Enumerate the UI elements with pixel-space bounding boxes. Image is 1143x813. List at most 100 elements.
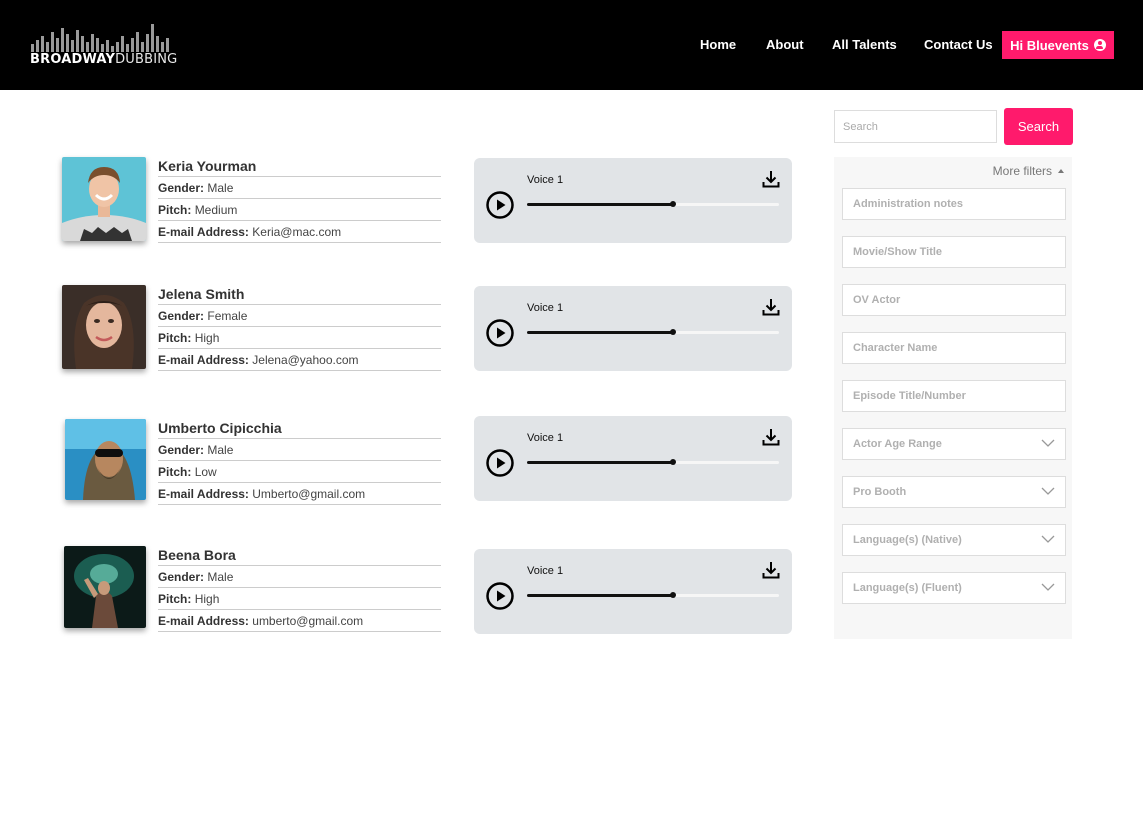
audio-progress-fill (527, 594, 674, 597)
talent-email: E-mail Address: Umberto@gmail.com (158, 483, 441, 505)
user-greeting: Hi Bluevents (1010, 37, 1089, 53)
actor-age-range-select[interactable]: Actor Age Range (842, 428, 1066, 460)
voice-player: Voice 1 (474, 158, 792, 243)
audio-seek-knob[interactable] (670, 459, 677, 465)
logo-light-text: DUBBING (115, 52, 178, 67)
talent-photo (65, 419, 146, 500)
audio-progress-track[interactable] (527, 201, 779, 207)
download-icon[interactable] (762, 428, 780, 446)
voice-label: Voice 1 (527, 432, 564, 444)
more-filters-toggle[interactable]: More filters (993, 164, 1064, 178)
gender-label: Gender: (158, 570, 205, 584)
language-fluent-select[interactable]: Language(s) (Fluent) (842, 572, 1066, 604)
gender-label: Gender: (158, 181, 205, 195)
talent-info: Beena Bora Gender: Male Pitch: High E-ma… (158, 546, 441, 632)
talent-email: E-mail Address: Jelena@yahoo.com (158, 349, 441, 371)
talent-avatar[interactable] (65, 419, 146, 500)
logo-wordmark: BROADWAYDUBBING (30, 52, 177, 67)
talent-photo (64, 546, 146, 628)
play-icon[interactable] (486, 191, 514, 219)
movie-show-title-field[interactable]: Movie/Show Title (842, 236, 1066, 268)
download-icon[interactable] (762, 298, 780, 316)
episode-title-field[interactable]: Episode Title/Number (842, 380, 1066, 412)
audio-progress-track[interactable] (527, 459, 779, 465)
email-value: Umberto@gmail.com (252, 487, 366, 501)
talent-card: Beena Bora Gender: Male Pitch: High E-ma… (62, 546, 442, 634)
pitch-value: High (194, 592, 220, 606)
email-value: Keria@mac.com (252, 225, 342, 239)
audio-seek-knob[interactable] (670, 201, 677, 207)
select-label: Pro Booth (853, 486, 907, 498)
nav-all-talents-link[interactable]: All Talents (832, 37, 897, 52)
administration-notes-field[interactable]: Administration notes (842, 188, 1066, 220)
voice-label: Voice 1 (527, 174, 564, 186)
equalizer-logo-icon (31, 24, 169, 52)
logo-bold-text: BROADWAY (30, 52, 116, 67)
pitch-value: Low (194, 465, 217, 479)
search-button[interactable]: Search (1004, 108, 1073, 145)
audio-progress-track[interactable] (527, 592, 779, 598)
talent-gender: Gender: Male (158, 439, 441, 461)
character-name-field[interactable]: Character Name (842, 332, 1066, 364)
gender-label: Gender: (158, 443, 205, 457)
talent-photo (62, 285, 146, 369)
pitch-label: Pitch: (158, 465, 192, 479)
email-label: E-mail Address: (158, 614, 249, 628)
select-label: Language(s) (Fluent) (853, 582, 962, 594)
play-icon[interactable] (486, 582, 514, 610)
talent-pitch: Pitch: High (158, 588, 441, 610)
nav-contact-link[interactable]: Contact Us (924, 37, 993, 52)
talent-info: Keria Yourman Gender: Male Pitch: Medium… (158, 157, 441, 243)
talent-name: Umberto Cipicchia (158, 419, 441, 439)
search-input[interactable] (834, 110, 997, 143)
talent-avatar[interactable] (64, 546, 146, 628)
pitch-value: Medium (194, 203, 238, 217)
play-icon[interactable] (486, 319, 514, 347)
talent-name: Beena Bora (158, 546, 441, 566)
talent-pitch: Pitch: Medium (158, 199, 441, 221)
talent-gender: Gender: Female (158, 305, 441, 327)
language-native-select[interactable]: Language(s) (Native) (842, 524, 1066, 556)
top-header: BROADWAYDUBBING Home About All Talents C… (0, 0, 1143, 90)
talent-info: Jelena Smith Gender: Female Pitch: High … (158, 285, 441, 371)
gender-value: Male (207, 181, 234, 195)
email-label: E-mail Address: (158, 353, 249, 367)
user-account-button[interactable]: Hi Bluevents (1002, 31, 1114, 59)
download-icon[interactable] (762, 561, 780, 579)
talent-name: Jelena Smith (158, 285, 441, 305)
pro-booth-select[interactable]: Pro Booth (842, 476, 1066, 508)
select-label: Actor Age Range (853, 438, 942, 450)
pitch-label: Pitch: (158, 331, 192, 345)
caret-up-icon (1058, 169, 1064, 173)
talent-avatar[interactable] (62, 285, 146, 369)
talent-pitch: Pitch: Low (158, 461, 441, 483)
talent-gender: Gender: Male (158, 566, 441, 588)
more-filters-label: More filters (992, 164, 1052, 178)
talent-card: Umberto Cipicchia Gender: Male Pitch: Lo… (62, 419, 442, 507)
user-avatar-icon (1093, 39, 1106, 51)
talent-email: E-mail Address: Keria@mac.com (158, 221, 441, 243)
nav-about-link[interactable]: About (766, 37, 804, 52)
nav-home-link[interactable]: Home (700, 37, 736, 52)
download-icon[interactable] (762, 170, 780, 188)
voice-label: Voice 1 (527, 565, 564, 577)
audio-seek-knob[interactable] (670, 329, 677, 335)
chevron-down-icon (1041, 439, 1055, 447)
audio-progress-fill (527, 203, 674, 206)
pitch-value: High (194, 331, 220, 345)
talent-pitch: Pitch: High (158, 327, 441, 349)
gender-value: Male (207, 443, 234, 457)
email-label: E-mail Address: (158, 487, 249, 501)
audio-progress-track[interactable] (527, 329, 779, 335)
talent-card: Jelena Smith Gender: Female Pitch: High … (62, 285, 442, 373)
ov-actor-field[interactable]: OV Actor (842, 284, 1066, 316)
play-icon[interactable] (486, 449, 514, 477)
broadway-dubbing-logo[interactable]: BROADWAYDUBBING (30, 24, 177, 68)
audio-seek-knob[interactable] (670, 592, 677, 598)
email-label: E-mail Address: (158, 225, 249, 239)
voice-player: Voice 1 (474, 416, 792, 501)
chevron-down-icon (1041, 583, 1055, 591)
talent-info: Umberto Cipicchia Gender: Male Pitch: Lo… (158, 419, 441, 505)
pitch-label: Pitch: (158, 592, 192, 606)
talent-avatar[interactable] (62, 157, 146, 241)
